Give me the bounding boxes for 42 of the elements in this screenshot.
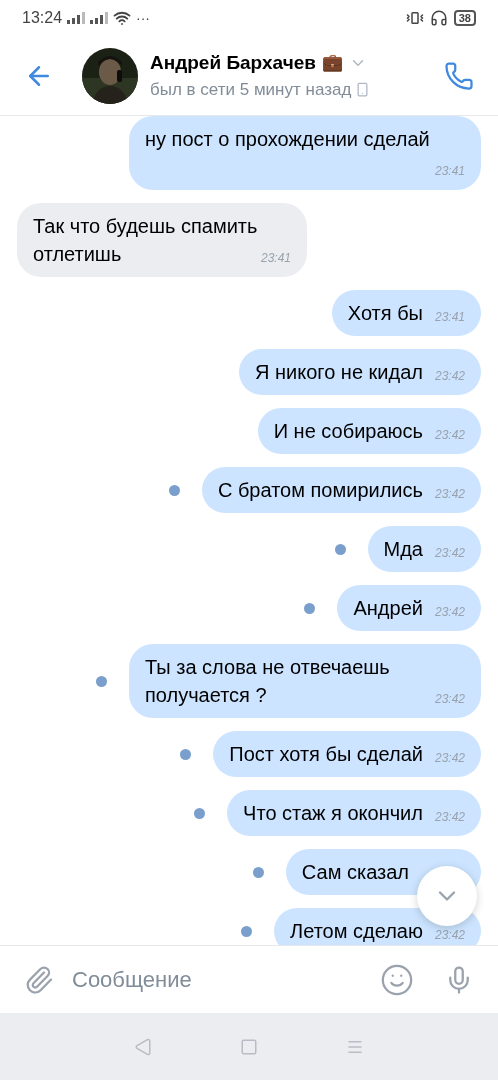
message-time: 23:42 <box>434 545 465 562</box>
home-nav-button[interactable] <box>240 1037 258 1056</box>
message-bubble[interactable]: С братом помирились 23:42 <box>201 467 481 513</box>
message-time: 23:41 <box>434 309 465 326</box>
message-time: 23:41 <box>434 163 465 180</box>
clock-time: 13:24 <box>22 8 63 28</box>
message-time: 23:42 <box>434 750 465 767</box>
message-bubble[interactable]: Мда 23:42 <box>367 526 481 572</box>
message-bubble[interactable]: Хотя бы 23:41 <box>331 290 481 336</box>
message-bubble[interactable]: Ты за слова не отвечаешь получается ? 23:42 <box>129 644 481 718</box>
message-bubble[interactable]: Летом сделаю 23:42 <box>274 908 481 945</box>
message-time: 23:42 <box>434 927 465 944</box>
message-bubble[interactable]: ну пост о прохождении сделай 23:41 <box>129 116 481 190</box>
back-nav-button[interactable] <box>134 1037 152 1056</box>
smartphone-icon <box>355 82 371 98</box>
more-indicator: ··· <box>136 8 151 28</box>
message-time: 23:42 <box>434 809 465 826</box>
message-time: 23:42 <box>434 427 465 444</box>
battery-indicator: 38 <box>453 10 476 26</box>
message-time: 23:42 <box>434 486 465 503</box>
message-bubble[interactable]: Андрей 23:42 <box>337 585 481 631</box>
call-button[interactable] <box>444 60 474 91</box>
contact-emoji: 💼 <box>321 52 343 74</box>
message-bubble[interactable]: Так что будешь спамить отлетишь 23:41 <box>17 203 307 277</box>
message-time: 23:41 <box>260 250 291 267</box>
message-bubble[interactable]: Что стаж я окончил 23:42 <box>227 790 481 836</box>
signal-icon <box>90 12 109 24</box>
signal-icon <box>67 12 86 24</box>
contact-name: Андрей Бархачев <box>150 50 316 75</box>
contact-status: был в сети 5 минут назад <box>150 79 352 101</box>
vibrate-icon <box>405 9 424 27</box>
message-bubble[interactable]: И не собираюсь 23:42 <box>257 408 481 454</box>
message-time: 23:42 <box>434 368 465 385</box>
message-time: 23:42 <box>434 691 465 708</box>
attach-button[interactable] <box>24 964 54 995</box>
message-bubble[interactable]: Я никого не кидал 23:42 <box>239 349 481 395</box>
message-time: 23:42 <box>434 604 465 621</box>
headphones-icon <box>429 9 448 27</box>
wifi-icon <box>113 9 132 27</box>
emoji-button[interactable] <box>380 962 414 997</box>
message-field[interactable]: Сообщение <box>72 963 380 996</box>
message-bubble[interactable]: Пост хотя бы сделай 23:42 <box>213 731 481 777</box>
